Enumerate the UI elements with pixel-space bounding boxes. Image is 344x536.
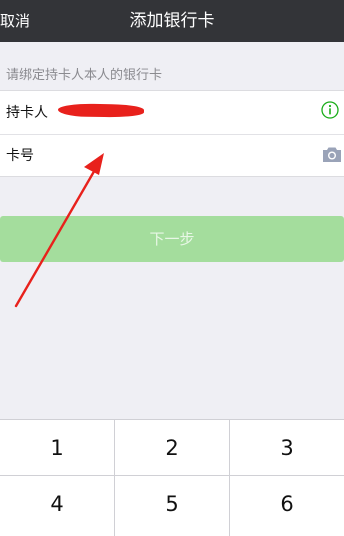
nav-bar: 取消 添加银行卡 <box>0 0 344 42</box>
key-5[interactable]: 5 <box>115 476 229 531</box>
redaction-mark <box>57 103 145 118</box>
page-title: 添加银行卡 <box>129 11 215 31</box>
key-1[interactable]: 1 <box>0 420 114 475</box>
key-6[interactable]: 6 <box>230 476 344 531</box>
keypad-divider <box>114 420 115 536</box>
keypad-divider <box>0 475 344 476</box>
card-number-input[interactable] <box>58 143 312 171</box>
keypad-divider <box>229 420 230 536</box>
numeric-keypad: 1 2 3 4 5 6 <box>0 419 344 536</box>
next-step-button[interactable]: 下一步 <box>0 216 344 262</box>
section-hint: 请绑定持卡人本人的银行卡 <box>6 68 163 83</box>
key-4[interactable]: 4 <box>0 476 114 531</box>
card-number-row[interactable]: 卡号 <box>0 134 344 178</box>
card-holder-label: 持卡人 <box>6 105 48 121</box>
card-holder-row[interactable]: 持卡人 <box>0 91 344 134</box>
info-icon[interactable] <box>321 101 339 119</box>
card-number-label: 卡号 <box>6 148 34 164</box>
card-form: 持卡人 卡号 <box>0 90 344 177</box>
camera-icon[interactable] <box>322 146 342 163</box>
key-2[interactable]: 2 <box>115 420 229 475</box>
key-3[interactable]: 3 <box>230 420 344 475</box>
